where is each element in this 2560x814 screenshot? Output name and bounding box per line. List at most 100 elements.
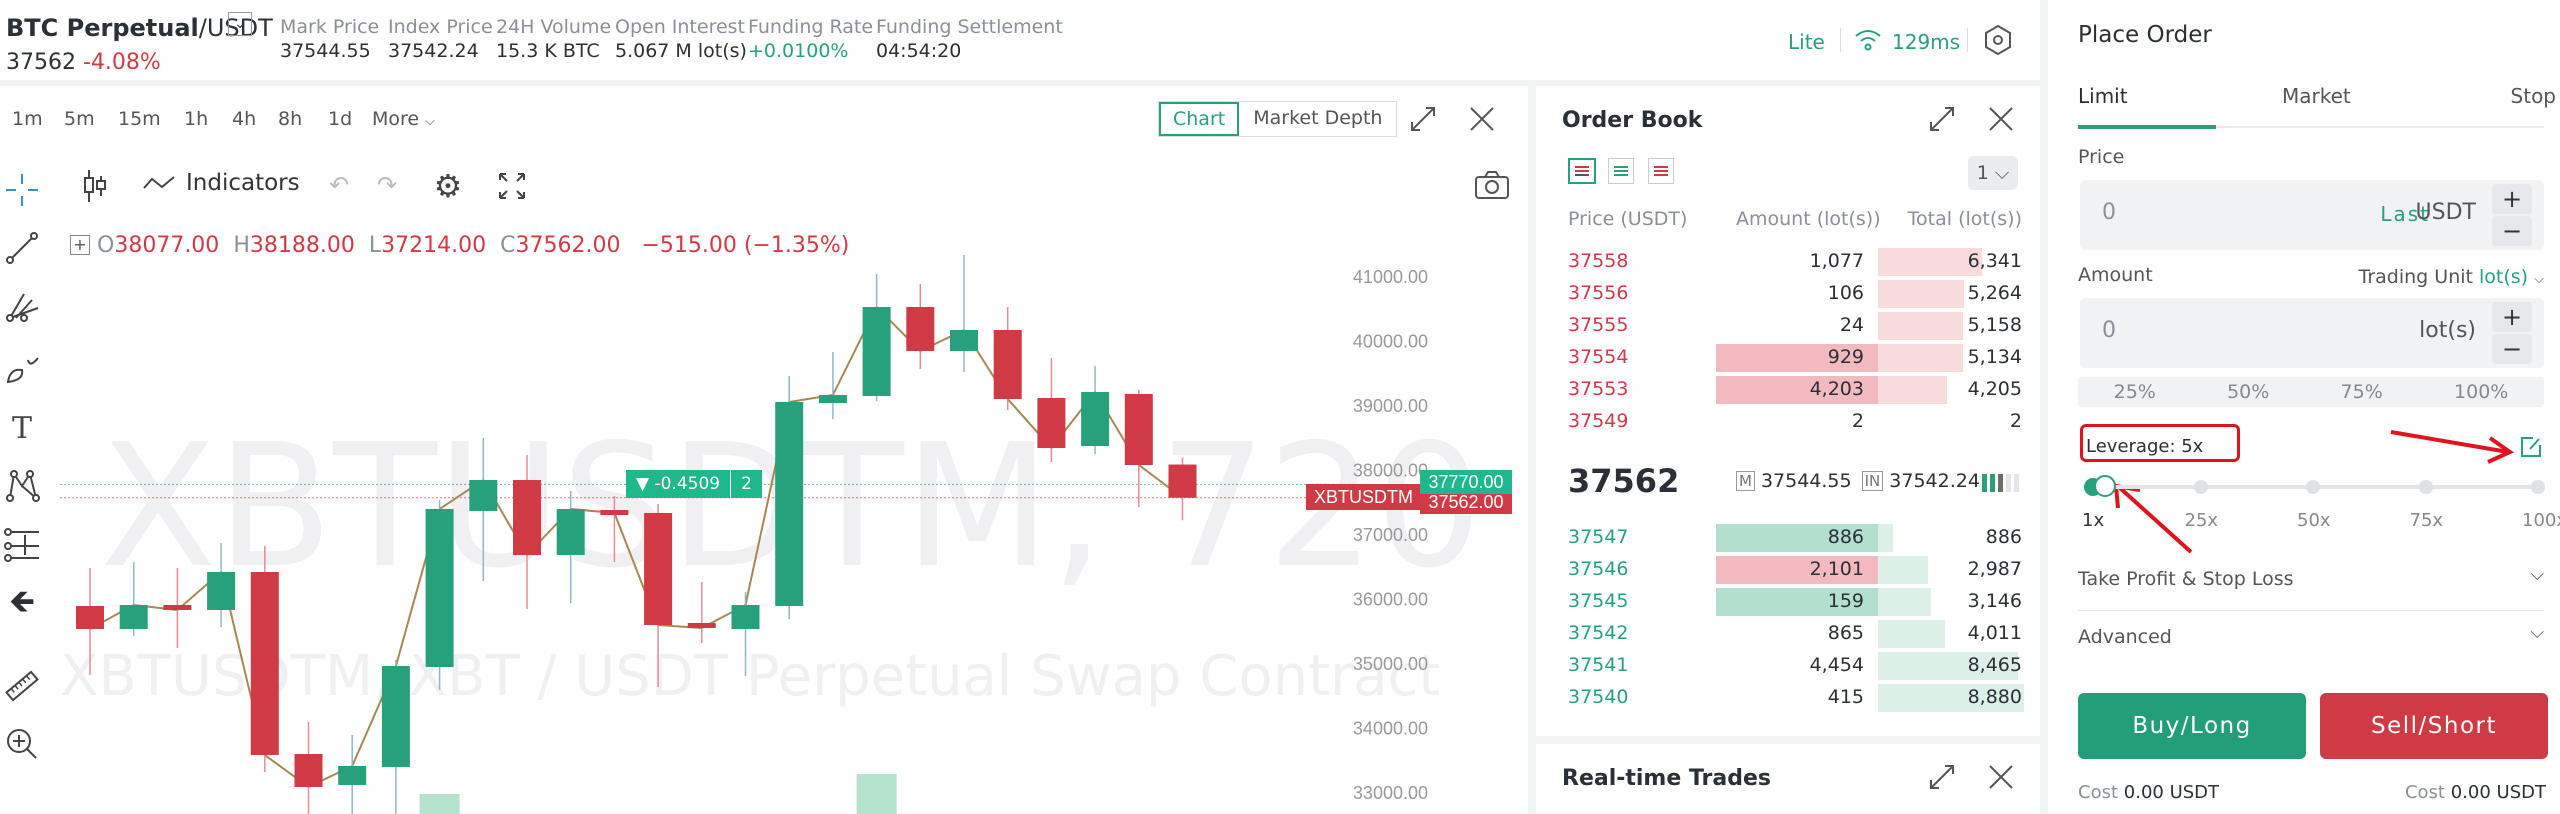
- brush-icon[interactable]: [2, 348, 42, 388]
- leverage-tick-dot[interactable]: [2531, 480, 2545, 494]
- zoom-in-icon[interactable]: [2, 724, 42, 764]
- trades-close-icon[interactable]: [1984, 760, 2018, 794]
- timeframe-15m[interactable]: 15m: [118, 108, 161, 130]
- pct-50[interactable]: 50%: [2227, 381, 2269, 403]
- candle[interactable]: [250, 545, 279, 773]
- close-icon[interactable]: [1465, 102, 1499, 136]
- order-book-close-icon[interactable]: [1984, 102, 2018, 136]
- leverage-tick-label[interactable]: 50x: [2297, 510, 2331, 531]
- candle-type-icon[interactable]: [78, 166, 112, 206]
- timeframe-4h[interactable]: 4h: [232, 108, 256, 130]
- pct-100[interactable]: 100%: [2454, 381, 2508, 403]
- candlestick-chart[interactable]: XBTUSDTM, 720 XBTUSDTM, XBT / USDT Perpe…: [60, 240, 1528, 814]
- ask-row[interactable]: 37555 24 5,158: [1536, 310, 2040, 342]
- candle[interactable]: [775, 375, 804, 620]
- trading-unit-selector[interactable]: Trading Unit lot(s) ⌵: [2359, 266, 2544, 288]
- candle[interactable]: [950, 254, 978, 372]
- tab-limit[interactable]: Limit: [2078, 84, 2128, 108]
- price-input[interactable]: 0 Last USDT + −: [2080, 180, 2544, 250]
- row-amount: 2: [1851, 410, 1864, 432]
- candle[interactable]: [1081, 365, 1110, 455]
- candle[interactable]: [381, 659, 410, 814]
- ask-row[interactable]: 37556 106 5,264: [1536, 278, 2040, 310]
- leverage-tick-dot[interactable]: [2418, 480, 2433, 494]
- bid-row[interactable]: 37541 4,454 8,465: [1536, 650, 2040, 682]
- row-total: 3,146: [1967, 590, 2022, 612]
- lite-mode-toggle[interactable]: Lite: [1788, 30, 1825, 54]
- pct-25[interactable]: 25%: [2114, 381, 2156, 403]
- ask-row[interactable]: 37553 4,203 4,205: [1536, 374, 2040, 406]
- crosshair-icon[interactable]: [2, 170, 42, 210]
- indicators-button[interactable]: Indicators: [142, 170, 300, 196]
- position-badge[interactable]: ▼ -0.4509 2: [626, 470, 762, 498]
- ask-row[interactable]: 37549 2 2: [1536, 406, 2040, 438]
- settings-hexagon-icon[interactable]: [1980, 22, 2016, 58]
- tpsl-chevron-icon[interactable]: ⌵: [2530, 564, 2544, 585]
- view-bids-icon[interactable]: [1608, 158, 1634, 184]
- pitchfork-icon[interactable]: [2, 288, 42, 328]
- view-both-icon[interactable]: [1568, 158, 1596, 184]
- bid-row[interactable]: 37540 415 8,880: [1536, 682, 2040, 714]
- view-asks-icon[interactable]: [1648, 158, 1674, 184]
- advanced-toggle[interactable]: Advanced: [2078, 626, 2172, 648]
- amount-decrement-button[interactable]: −: [2492, 334, 2532, 364]
- pct-75[interactable]: 75%: [2341, 381, 2383, 403]
- amount-increment-button[interactable]: +: [2492, 302, 2532, 332]
- chart-settings-gear-icon[interactable]: ⚙: [428, 166, 468, 206]
- precision-dropdown[interactable]: 1 ⌵: [1968, 156, 2018, 190]
- timeframe-more[interactable]: More ⌵: [372, 108, 435, 130]
- trend-line-icon[interactable]: [2, 228, 42, 268]
- candle[interactable]: [862, 274, 891, 402]
- candle[interactable]: [1037, 357, 1066, 463]
- candle[interactable]: [338, 734, 367, 814]
- tab-stop[interactable]: Stop: [2511, 84, 2556, 108]
- bid-row[interactable]: 37545 159 3,146: [1536, 586, 2040, 618]
- sell-short-button[interactable]: Sell/Short: [2320, 693, 2548, 759]
- timeframe-5m[interactable]: 5m: [64, 108, 95, 130]
- tab-market-depth[interactable]: Market Depth: [1239, 102, 1396, 136]
- timeframe-1m[interactable]: 1m: [12, 108, 43, 130]
- bid-row[interactable]: 37547 886 886: [1536, 522, 2040, 554]
- fullscreen-icon[interactable]: [494, 168, 530, 204]
- ask-row[interactable]: 37554 929 5,134: [1536, 342, 2040, 374]
- timeframe-8h[interactable]: 8h: [278, 108, 302, 130]
- tab-market[interactable]: Market: [2282, 84, 2351, 108]
- back-arrow-icon[interactable]: 🡸: [2, 582, 42, 626]
- candle[interactable]: [294, 722, 323, 814]
- advanced-chevron-icon[interactable]: ⌵: [2530, 622, 2544, 643]
- order-book-expand-icon[interactable]: [1924, 102, 1960, 136]
- pattern-icon[interactable]: [2, 466, 42, 506]
- text-tool-icon[interactable]: T: [2, 408, 42, 448]
- trades-expand-icon[interactable]: [1924, 760, 1960, 794]
- leverage-tick-label[interactable]: 1x: [2082, 510, 2104, 531]
- bid-row[interactable]: 37546 2,101 2,987: [1536, 554, 2040, 586]
- tpsl-toggle[interactable]: Take Profit & Stop Loss: [2078, 568, 2294, 590]
- tab-chart[interactable]: Chart: [1159, 102, 1240, 136]
- leverage-tick-label[interactable]: 25x: [2185, 510, 2219, 531]
- symbol-dropdown-chevron-icon[interactable]: ⌄: [228, 12, 252, 36]
- leverage-tick-label[interactable]: 100x: [2522, 510, 2560, 531]
- candle[interactable]: [906, 283, 935, 370]
- measure-range-icon[interactable]: [2, 524, 42, 564]
- timeframe-1h[interactable]: 1h: [184, 108, 208, 130]
- bid-row[interactable]: 37542 865 4,011: [1536, 618, 2040, 650]
- view-tabs: Chart Market Depth: [1158, 101, 1398, 137]
- leverage-tick-dot[interactable]: [2306, 480, 2320, 494]
- price-increment-button[interactable]: +: [2492, 184, 2532, 214]
- ask-row[interactable]: 37558 1,077 6,341: [1536, 246, 2040, 278]
- price-decrement-button[interactable]: −: [2492, 216, 2532, 246]
- timeframe-1d[interactable]: 1d: [328, 108, 352, 130]
- leverage-slider-handle[interactable]: [2094, 475, 2116, 497]
- leverage-tick-label[interactable]: 75x: [2410, 510, 2444, 531]
- undo-icon[interactable]: ↶: [324, 170, 354, 200]
- camera-icon[interactable]: [1472, 166, 1512, 204]
- leverage-tick-dot[interactable]: [2193, 480, 2208, 494]
- expand-icon[interactable]: [1405, 102, 1441, 136]
- amount-input[interactable]: 0 lot(s) + −: [2080, 298, 2544, 368]
- redo-icon[interactable]: ↷: [372, 170, 402, 200]
- row-price: 37547: [1568, 526, 1629, 548]
- candle[interactable]: [993, 307, 1022, 411]
- ruler-icon[interactable]: [2, 666, 42, 706]
- buy-long-button[interactable]: Buy/Long: [2078, 693, 2306, 759]
- candle[interactable]: [425, 500, 454, 691]
